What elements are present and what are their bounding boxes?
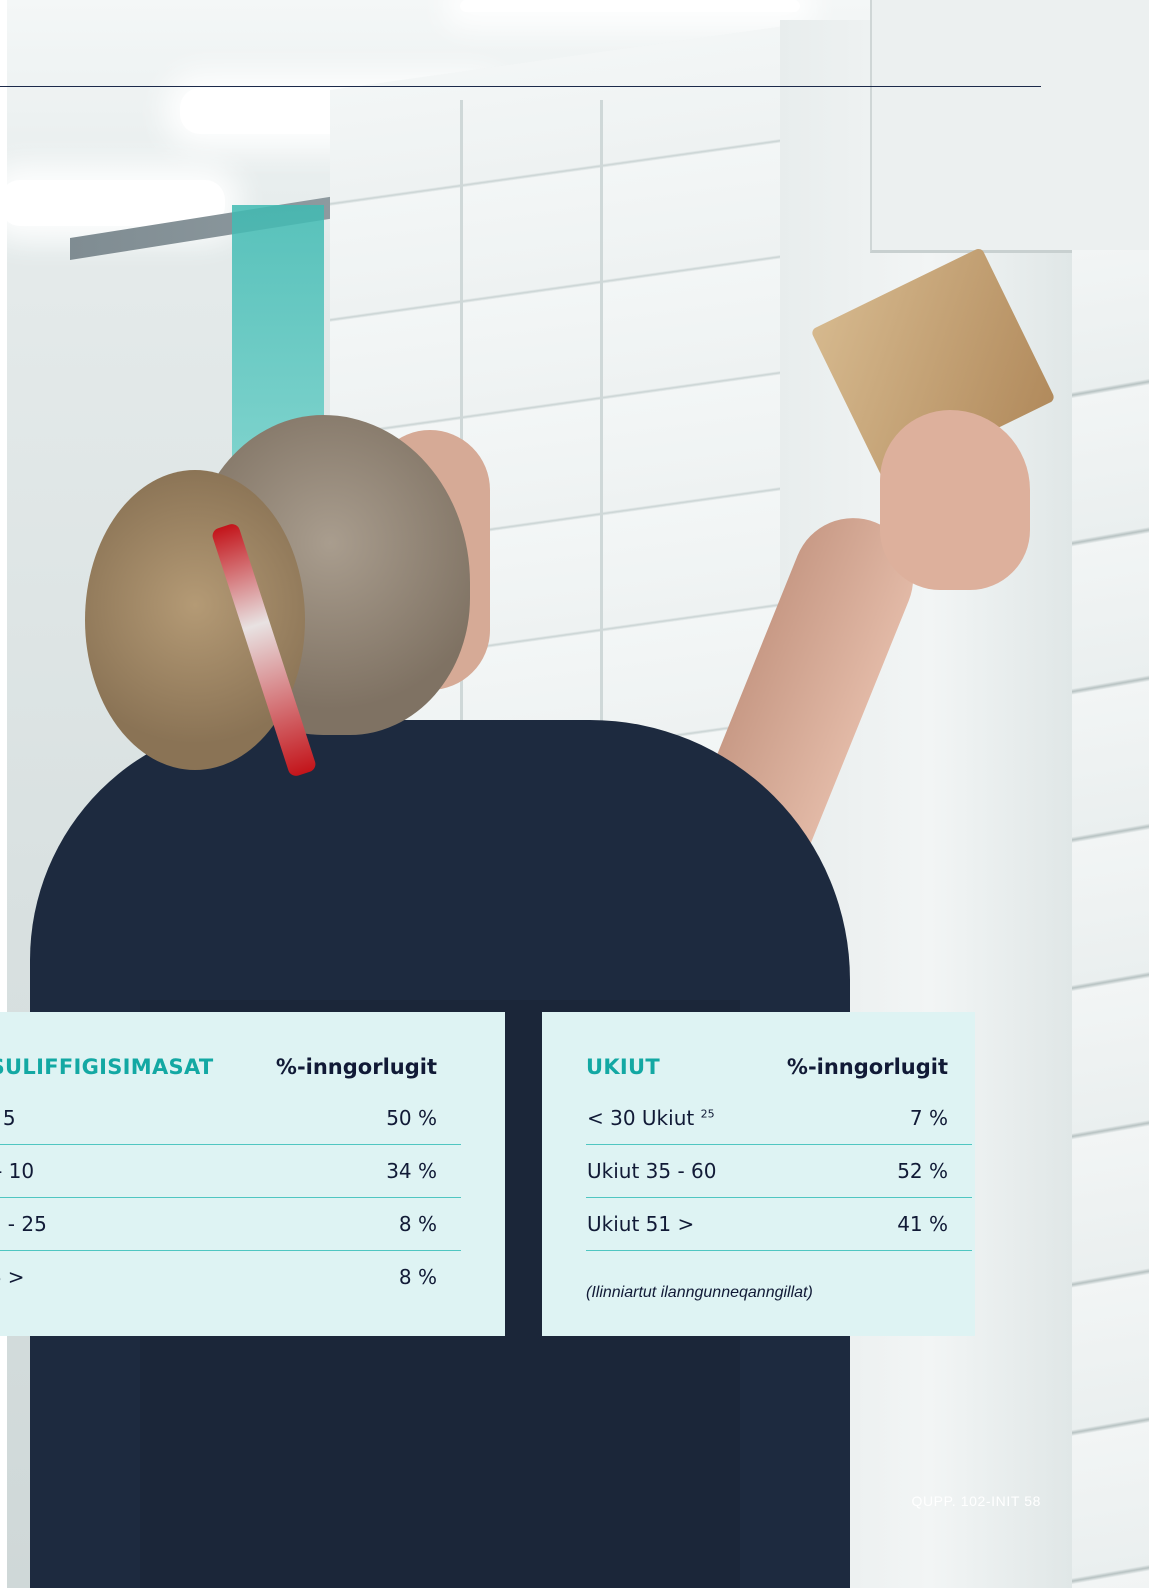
row-value: 50 % [260, 1092, 461, 1145]
right-lockers [1072, 250, 1149, 1588]
employment-years-card: TSULIFFIGISIMASAT %-inngorlugit ut 5 50 … [0, 1012, 505, 1336]
row-label: 26 > [0, 1265, 25, 1289]
table-row: 6 - 10 34 % [0, 1144, 461, 1198]
locker-door [870, 0, 1149, 253]
hair-bun [85, 470, 305, 770]
row-label-cell: < 30 Ukiut 25 [586, 1092, 747, 1145]
page-footer: QUPP. 102-INIT 58 [911, 1493, 1041, 1509]
hand [880, 410, 1030, 590]
row-label: ut 5 [0, 1092, 261, 1145]
table-row: Ukiut 51 > 41 % [586, 1197, 972, 1251]
table-header-row: UKIUT %-inngorlugit [586, 1052, 972, 1092]
row-label: < 30 Ukiut [587, 1106, 695, 1130]
table-row: Ukiut 35 - 60 52 % [586, 1144, 972, 1198]
row-label: Ukiut 35 - 60 [586, 1144, 747, 1198]
column-header-category: UKIUT [586, 1055, 661, 1079]
row-label: 6 - 10 [0, 1144, 261, 1198]
table-row: ut 5 50 % [0, 1092, 461, 1145]
table-row: 26 > 8 % [0, 1251, 461, 1304]
row-value: 52 % [746, 1144, 972, 1198]
page-margin-strip [0, 0, 7, 1588]
row-value: 41 % [746, 1197, 972, 1251]
row-value: 8 % [398, 1265, 437, 1289]
table-header-row: TSULIFFIGISIMASAT %-inngorlugit [0, 1052, 461, 1092]
top-rule [0, 86, 1041, 87]
row-value: 34 % [260, 1144, 461, 1198]
table-note: (Ilinniartut ilanngunneqanngillat) [586, 1284, 813, 1301]
column-header-percent: %-inngorlugit [786, 1055, 948, 1079]
age-groups-table: UKIUT %-inngorlugit < 30 Ukiut 25 7 % Uk… [586, 1052, 972, 1251]
table-row: 11 - 25 8 % [0, 1197, 461, 1251]
row-label: 11 - 25 [0, 1197, 261, 1251]
row-label: Ukiut 51 > [586, 1197, 747, 1251]
ceiling-light [460, 0, 800, 12]
employment-years-table: TSULIFFIGISIMASAT %-inngorlugit ut 5 50 … [0, 1052, 461, 1303]
row-value: 7 % [746, 1092, 972, 1145]
table-row: < 30 Ukiut 25 7 % [586, 1092, 972, 1145]
column-header-percent: %-inngorlugit [275, 1055, 437, 1079]
column-header-category: TSULIFFIGISIMASAT [0, 1055, 214, 1079]
row-value: 8 % [260, 1197, 461, 1251]
footnote-marker: 25 [700, 1107, 715, 1121]
background-photo [0, 0, 1149, 1588]
age-groups-card: UKIUT %-inngorlugit < 30 Ukiut 25 7 % Uk… [542, 1012, 975, 1336]
